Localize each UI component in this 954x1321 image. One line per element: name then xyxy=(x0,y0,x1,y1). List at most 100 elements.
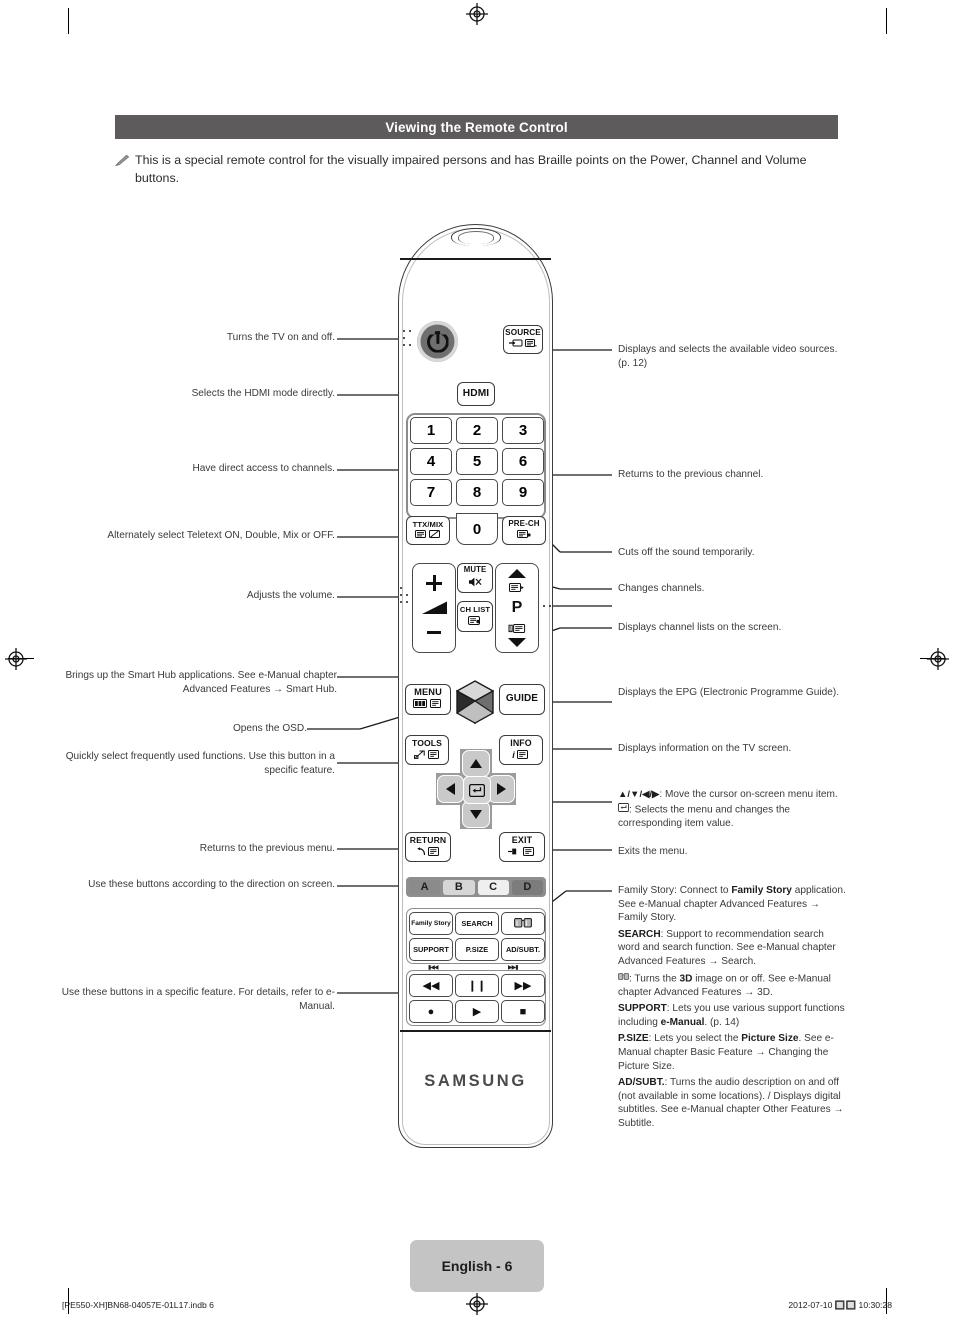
label-numbers: Have direct access to channels. xyxy=(192,463,335,474)
channel-up-icon[interactable] xyxy=(508,569,526,578)
ad-subt-button[interactable]: AD/SUBT. xyxy=(501,938,545,961)
colour-button-bar: A B C D xyxy=(406,877,546,897)
channel-down-icon[interactable] xyxy=(508,638,526,647)
mute-speaker-icon xyxy=(468,576,483,590)
label-dpad: ▲/▼/◀/▶: Move the cursor on-screen menu … xyxy=(618,788,846,830)
channel-down-teletext-icon: 1 xyxy=(508,620,526,638)
record-button[interactable]: ● xyxy=(409,1000,453,1023)
pre-ch-button[interactable]: PRE-CH xyxy=(502,516,546,545)
footer-file-ref: [PE550-XH]BN68-04057E-01L17.indb 6 xyxy=(62,1300,214,1310)
arrow-left-icon xyxy=(446,783,455,795)
remote-top-divider xyxy=(400,258,551,260)
stop-button[interactable]: ■ xyxy=(501,1000,545,1023)
number-key-6[interactable]: 6 xyxy=(502,448,544,475)
number-key-7[interactable]: 7 xyxy=(410,479,452,506)
colour-button-c[interactable]: C xyxy=(477,879,509,895)
channel-rocker[interactable]: P 1 xyxy=(495,563,539,653)
enter-key-icon xyxy=(618,802,629,817)
colour-button-b[interactable]: B xyxy=(443,879,475,895)
ttx-mix-button[interactable]: TTX/MIX xyxy=(406,516,450,545)
label-volume: Adjusts the volume. xyxy=(246,590,335,601)
label-function-keys: Family Story: Connect to Family Story ap… xyxy=(618,884,846,1131)
label-mute: Cuts off the sound temporarily. xyxy=(618,547,755,558)
number-key-8[interactable]: 8 xyxy=(456,479,498,506)
support-button[interactable]: SUPPORT xyxy=(409,938,453,961)
label-exit: Exits the menu. xyxy=(618,846,688,857)
ch-list-button[interactable]: CH LIST xyxy=(457,601,493,632)
dpad-arrows-glyph: ▲/▼/◀/▶ xyxy=(618,789,660,800)
label-tools: Quickly select frequently used functions… xyxy=(65,751,335,776)
label-info: Displays information on the TV screen. xyxy=(618,743,792,754)
fast-forward-button[interactable]: ▶▶ xyxy=(501,974,545,997)
note-psize: P.SIZE: Lets you select the Picture Size… xyxy=(618,1033,834,1072)
navigation-dpad[interactable] xyxy=(436,749,516,829)
stop-icon: ■ xyxy=(519,1005,527,1018)
exit-button[interactable]: EXIT xyxy=(499,832,545,862)
braille-volume xyxy=(400,587,410,609)
dpad-left-button[interactable] xyxy=(437,775,464,803)
return-arrow-icon xyxy=(415,846,426,858)
dpad-enter-button[interactable] xyxy=(463,776,491,804)
arrow-down-icon xyxy=(470,810,482,819)
guide-button[interactable]: GUIDE xyxy=(499,684,545,715)
remote-control-diagram: SOURCE HDMI 1 2 3 4 5 6 7 8 9 0 TTX/MIX … xyxy=(398,224,553,1148)
note-3d: : Turns the 3D image on or off. See e-Ma… xyxy=(618,972,831,998)
enter-key-icon xyxy=(469,783,485,797)
teletext-icon xyxy=(516,749,530,761)
family-story-button[interactable]: Family Story xyxy=(409,912,453,935)
3d-button[interactable] xyxy=(501,912,545,935)
dpad-right-button[interactable] xyxy=(488,775,515,803)
number-key-2[interactable]: 2 xyxy=(456,417,498,444)
svg-text:1: 1 xyxy=(509,626,512,632)
power-button[interactable] xyxy=(417,321,458,362)
teletext-icon xyxy=(430,699,443,711)
number-key-4[interactable]: 4 xyxy=(410,448,452,475)
teletext-icon xyxy=(415,530,427,540)
play-button[interactable]: ▶ xyxy=(455,1000,499,1023)
braille-power xyxy=(403,330,413,352)
dpad-down-button[interactable] xyxy=(462,801,490,828)
colour-button-a[interactable]: A xyxy=(409,879,441,895)
teletext-icon xyxy=(428,846,441,858)
volume-up-icon[interactable] xyxy=(426,575,442,592)
number-key-3[interactable]: 3 xyxy=(502,417,544,444)
label-source: Displays and selects the available video… xyxy=(618,344,838,369)
menu-button[interactable]: MENU xyxy=(405,684,451,715)
hdmi-button[interactable]: HDMI xyxy=(457,382,495,406)
note-family-story: Family Story: Connect to Family Story ap… xyxy=(618,885,846,924)
volume-wedge-icon xyxy=(421,601,447,615)
dpad-up-button[interactable] xyxy=(462,750,490,777)
note-adsubt: AD/SUBT.: Turns the audio description on… xyxy=(618,1077,844,1129)
channel-up-teletext-icon xyxy=(509,579,525,597)
dpad-direction-line: ▲/▼/◀/▶: Move the cursor on-screen menu … xyxy=(618,789,838,800)
source-button[interactable]: SOURCE xyxy=(503,325,543,354)
volume-down-icon[interactable] xyxy=(426,625,442,641)
number-key-0[interactable]: 0 xyxy=(456,513,498,545)
number-key-1[interactable]: 1 xyxy=(410,417,452,444)
label-power: Turns the TV on and off. xyxy=(226,332,335,343)
mute-button[interactable]: MUTE xyxy=(457,563,493,593)
smart-hub-button[interactable] xyxy=(455,680,495,725)
teletext-icon xyxy=(523,846,536,858)
colour-button-d[interactable]: D xyxy=(511,879,543,895)
braille-channel xyxy=(543,605,553,613)
label-media-buttons: Use these buttons in a specific feature.… xyxy=(61,987,335,1012)
return-button[interactable]: RETURN xyxy=(405,832,451,862)
teletext-mix-icon xyxy=(429,530,441,540)
pause-button[interactable]: ❙❙ xyxy=(455,974,499,997)
page-number-badge: English - 6 xyxy=(410,1240,544,1292)
play-icon: ▶ xyxy=(472,1006,482,1018)
smart-hub-cube-icon xyxy=(455,680,495,725)
remote-bottom-divider xyxy=(400,1030,551,1032)
number-key-9[interactable]: 9 xyxy=(502,479,544,506)
number-key-5[interactable]: 5 xyxy=(456,448,498,475)
volume-rocker[interactable] xyxy=(412,563,456,653)
picture-size-button[interactable]: P.SIZE xyxy=(455,938,499,961)
3d-glasses-icon xyxy=(514,916,532,931)
manual-page: Viewing the Remote Control This is a spe… xyxy=(0,0,954,1321)
rewind-button[interactable]: ◀◀ xyxy=(409,974,453,997)
arrow-up-icon xyxy=(470,759,482,768)
label-ttxmix: Alternately select Teletext ON, Double, … xyxy=(107,530,335,541)
label-menu-osd: Opens the OSD. xyxy=(232,723,307,734)
search-button[interactable]: SEARCH xyxy=(455,912,499,935)
